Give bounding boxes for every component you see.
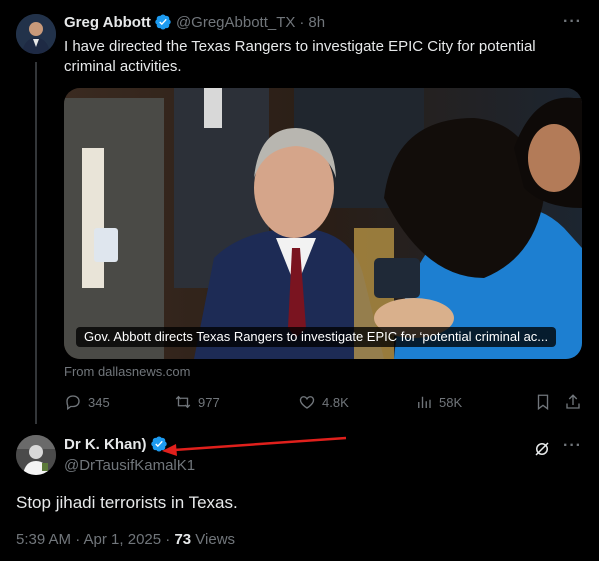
grok-icon[interactable] <box>533 440 551 458</box>
reply-text: Stop jihadi terrorists in Texas. <box>16 493 238 512</box>
reply-button[interactable]: 345 <box>64 393 110 411</box>
like-count: 4.8K <box>322 394 349 410</box>
repost-count: 977 <box>198 394 220 410</box>
post-header: Greg Abbott @GregAbbott_TX · 8h <box>64 13 325 31</box>
link-card-image <box>64 88 582 359</box>
share-button[interactable] <box>564 393 588 411</box>
share-icon <box>566 394 580 409</box>
thread-connector-line <box>35 62 37 424</box>
bookmark-icon <box>537 394 549 411</box>
avatar-image <box>16 14 56 54</box>
avatar[interactable] <box>16 435 56 475</box>
reply-author-handle[interactable]: @DrTausifKamalK1 <box>64 457 195 474</box>
heart-icon <box>299 396 315 409</box>
repost-icon <box>175 395 191 409</box>
more-options-icon[interactable]: ··· <box>563 437 582 455</box>
repost-button[interactable]: 977 <box>174 393 220 411</box>
reply-header: Dr K. Khan) <box>64 435 168 453</box>
views-button[interactable]: 58K <box>415 393 462 411</box>
link-source[interactable]: From dallasnews.com <box>64 364 190 379</box>
reply-icon <box>66 395 80 411</box>
avatar[interactable] <box>16 14 56 54</box>
annotation-arrow <box>162 436 347 456</box>
link-card-title: Gov. Abbott directs Texas Rangers to inv… <box>76 327 557 347</box>
author-name[interactable]: Greg Abbott <box>64 14 151 31</box>
reply-timestamp[interactable]: 5:39 AM · Apr 1, 2025 · <box>16 531 174 548</box>
post-time[interactable]: 8h <box>308 14 325 31</box>
author-handle[interactable]: @GregAbbott_TX <box>176 14 295 31</box>
more-options-icon[interactable]: ··· <box>563 13 582 31</box>
verified-badge-icon <box>155 14 171 30</box>
like-button[interactable]: 4.8K <box>298 393 349 411</box>
action-bar: 345 977 4.8K 58K <box>64 393 584 413</box>
views-icon <box>418 396 431 408</box>
separator-dot: · <box>299 13 305 31</box>
views-count: 58K <box>439 394 463 410</box>
reply-views-count: 73 <box>174 531 192 548</box>
link-card[interactable]: Gov. Abbott directs Texas Rangers to inv… <box>64 88 582 359</box>
post-text: I have directed the Texas Rangers to inv… <box>64 38 536 75</box>
bookmark-button[interactable] <box>534 393 558 411</box>
reply-count: 345 <box>88 394 110 410</box>
reply-meta: 5:39 AM · Apr 1, 2025 · 73 Views <box>16 531 235 548</box>
avatar-image <box>16 435 56 475</box>
reply-author-name[interactable]: Dr K. Khan) <box>64 436 147 453</box>
reply-views-label: Views <box>191 531 236 548</box>
